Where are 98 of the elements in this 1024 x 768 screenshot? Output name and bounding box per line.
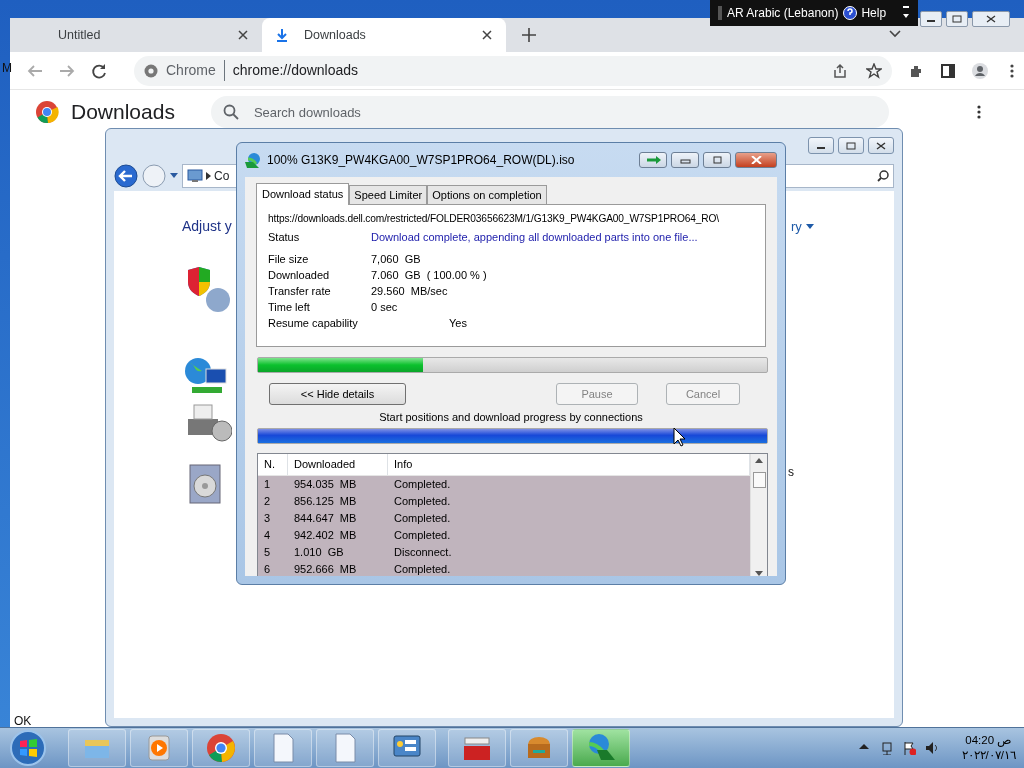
avatar-icon[interactable] — [972, 62, 988, 79]
arrow-button[interactable] — [639, 151, 667, 168]
network-icon[interactable] — [879, 741, 894, 755]
field-value: 7.060 GB ( 100.00 % ) — [371, 267, 487, 282]
table-cell-text: Completed. — [393, 528, 452, 543]
close-icon[interactable] — [238, 30, 248, 40]
taskbar-button[interactable] — [448, 729, 506, 767]
tab[interactable]: Download status — [256, 182, 350, 205]
table-cell-text: 844.647 MB — [293, 511, 358, 526]
scroll-down-icon[interactable] — [755, 570, 763, 576]
chevron-down-icon[interactable] — [889, 30, 901, 38]
window-title: 100% G13K9_PW4KGA00_W7SP1PRO64_ROW(DL).iso — [267, 151, 576, 169]
table-cell-text: 5 — [263, 545, 272, 560]
maximize-icon — [952, 15, 962, 23]
field-value: 0 sec — [371, 299, 398, 314]
back-icon[interactable] — [114, 164, 138, 188]
share-icon[interactable] — [832, 62, 848, 79]
table-cell-text: Disconnect. — [393, 545, 453, 560]
minimize-button[interactable] — [920, 11, 942, 27]
chrome-logo-icon — [35, 100, 59, 124]
table-cell-text: Completed. — [393, 511, 452, 526]
page-title: Downloads — [71, 99, 175, 125]
scrollbar[interactable] — [750, 453, 767, 576]
browser-tab[interactable]: Downloads — [262, 18, 506, 52]
close-button[interactable] — [735, 151, 777, 168]
field-label: Resume capability — [268, 315, 359, 330]
cursor-icon — [673, 427, 686, 447]
table-cell-text: 2 — [263, 494, 272, 509]
close-icon — [986, 15, 996, 23]
language-indicator[interactable]: AR Arabic (Lebanon) — [727, 4, 839, 22]
text-fragment: OK — [14, 713, 32, 730]
field-value: 29.560 MB/sec — [371, 283, 448, 298]
close-icon — [876, 141, 886, 150]
text-fragment: s — [788, 464, 794, 481]
close-button[interactable] — [972, 11, 1010, 27]
field-label: File size — [268, 251, 310, 266]
minimize-button[interactable] — [808, 137, 834, 154]
control-panel-icon — [187, 169, 203, 183]
table-cell-text: 4 — [263, 528, 272, 543]
maximize-icon — [846, 141, 856, 150]
tab[interactable]: Speed Limiter — [349, 184, 428, 204]
new-tab-icon[interactable] — [522, 28, 536, 42]
table-cell-text: 6 — [263, 562, 272, 576]
address-bar[interactable]: Chrome chrome://downloads — [134, 55, 892, 86]
field-label: Time left — [268, 299, 311, 314]
column-header[interactable]: Downloaded — [288, 453, 388, 475]
field-label: Downloaded — [268, 267, 331, 282]
star-icon[interactable] — [866, 62, 882, 79]
button[interactable]: << Hide details — [269, 382, 406, 405]
chrome-icon — [144, 63, 158, 78]
url-text: https://downloads.dell.com/restricted/FOLDER03656623M/1/G13K9_PW4KGA00_W7SP1PRO64_RO\ — [268, 211, 720, 226]
table-cell-text: Completed. — [393, 562, 452, 576]
taskbar-button[interactable] — [378, 729, 436, 767]
table-cell-text: 3 — [263, 511, 272, 526]
column-header[interactable]: N. — [258, 453, 288, 475]
view-link[interactable]: ry — [791, 217, 814, 237]
table-cell-text: Completed. — [393, 477, 452, 492]
taskbar-button[interactable] — [192, 729, 250, 767]
arrow-icon — [644, 155, 662, 164]
help-icon — [843, 6, 858, 20]
table-cell-text: 856.125 MB — [293, 494, 358, 509]
taskbar-button[interactable] — [572, 729, 630, 767]
speaker-icon[interactable] — [923, 741, 938, 755]
caret-icon — [805, 224, 814, 230]
field-value: 7,060 GB — [371, 251, 421, 266]
field-value: Yes — [449, 315, 467, 330]
side-panel-icon[interactable] — [940, 62, 956, 79]
start-button[interactable] — [8, 729, 48, 767]
scroll-thumb[interactable] — [752, 471, 766, 488]
flag-icon[interactable] — [901, 741, 916, 755]
field-label: Transfer rate — [268, 283, 332, 298]
close-button[interactable] — [868, 137, 894, 154]
field-label: Status — [268, 229, 301, 244]
help-button[interactable]: Help — [843, 4, 887, 22]
maximize-button[interactable] — [703, 151, 731, 168]
table-cell-text: 1 — [263, 477, 272, 492]
table-cell-text: Completed. — [393, 494, 452, 509]
search-icon — [222, 104, 239, 120]
clock[interactable]: ص 04:20 ٢٠٢٢/٠٧/١٦ — [961, 733, 1016, 763]
tab[interactable]: Options on completion — [427, 184, 547, 204]
options-icon[interactable] — [902, 6, 910, 20]
table-cell-text: 942.402 MB — [293, 528, 358, 543]
page-heading: Adjust y — [182, 217, 232, 236]
grip-icon — [718, 6, 722, 20]
search-icon — [877, 170, 889, 182]
scroll-up-icon[interactable] — [755, 457, 763, 463]
taskbar-button[interactable] — [510, 729, 568, 767]
download-icon — [276, 28, 288, 42]
table-cell-text: 952.666 MB — [293, 562, 358, 576]
chevron-right-icon — [206, 172, 211, 180]
browser-tab[interactable]: Untitled — [18, 18, 262, 52]
close-icon[interactable] — [482, 30, 492, 40]
caption-text: Start positions and download progress by connections — [378, 409, 644, 424]
search-field[interactable]: Search downloads — [210, 96, 889, 128]
dropdown-icon[interactable] — [170, 173, 178, 179]
table-cell-text: 954.035 MB — [293, 477, 358, 492]
status-text: Download complete, appending all downloaded parts into one file... — [371, 229, 698, 244]
table-cell-text: 1.010 GB — [293, 545, 345, 560]
